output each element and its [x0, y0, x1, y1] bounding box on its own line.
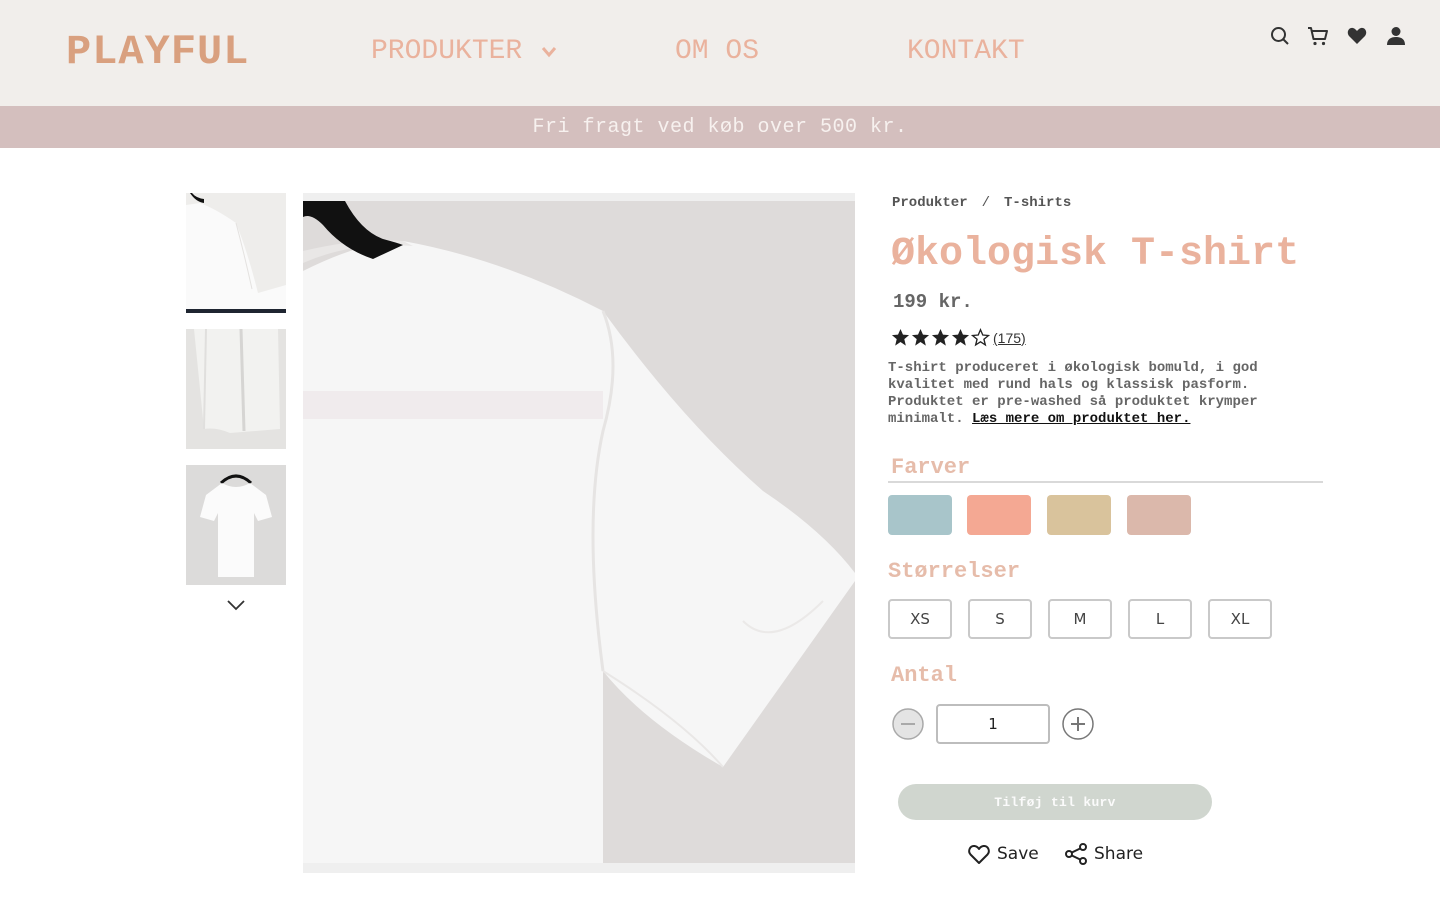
size-button-xs[interactable]: XS [888, 599, 952, 639]
plus-icon[interactable] [1062, 708, 1094, 740]
breadcrumb-produkter[interactable]: Produkter [892, 195, 968, 211]
main-product-image [303, 193, 855, 873]
color-swatch-rose[interactable] [1127, 495, 1191, 535]
save-label: Save [997, 844, 1039, 864]
divider [888, 481, 1323, 483]
quantity-label: Antal [891, 663, 958, 688]
rating[interactable]: (175) [891, 328, 1026, 347]
color-swatch-blue[interactable] [888, 495, 952, 535]
share-icon [1065, 843, 1087, 865]
thumbnail-hem[interactable] [186, 329, 286, 449]
minus-icon[interactable] [892, 708, 924, 740]
size-button-m[interactable]: M [1048, 599, 1112, 639]
nav-item-produkter[interactable]: PRODUKTER [371, 36, 557, 67]
add-to-cart-button[interactable]: Tilføj til kurv [898, 784, 1212, 820]
color-swatch-sand[interactable] [1047, 495, 1111, 535]
cart-icon[interactable] [1306, 24, 1330, 48]
breadcrumb: Produkter / T-shirts [892, 195, 1071, 211]
size-button-xl[interactable]: XL [1208, 599, 1272, 639]
star-filled-icon [891, 328, 910, 346]
product-description: T-shirt produceret i økologisk bomuld, i… [888, 360, 1278, 428]
tshirt-hem-image [186, 329, 286, 449]
star-filled-icon [911, 328, 930, 346]
site-header: PLAYFUL PRODUKTER OM OS KONTAKT [0, 0, 1440, 106]
main-photo [303, 201, 855, 863]
size-button-l[interactable]: L [1128, 599, 1192, 639]
review-count[interactable]: (175) [993, 330, 1026, 346]
heart-icon[interactable] [1345, 24, 1369, 48]
star-empty-icon [971, 328, 990, 347]
sizes-label: Størrelser [888, 559, 1021, 584]
tshirt-hanger-image [186, 465, 286, 585]
thumbnail-shoulder[interactable] [186, 193, 286, 313]
thumbnail-hanger[interactable] [186, 465, 286, 585]
size-button-s[interactable]: S [968, 599, 1032, 639]
read-more-link[interactable]: Læs mere om produktet her. [972, 411, 1190, 427]
user-icon[interactable] [1384, 24, 1408, 48]
colors-label: Farver [891, 455, 971, 480]
nav-item-om-os[interactable]: OM OS [675, 36, 759, 67]
chevron-down-icon[interactable] [224, 596, 248, 614]
color-swatch-coral[interactable] [967, 495, 1031, 535]
shipping-banner: Fri fragt ved køb over 500 kr. [0, 106, 1440, 148]
nav-label-produkter: PRODUKTER [371, 36, 523, 67]
tshirt-shoulder-image [186, 193, 286, 313]
breadcrumb-separator: / [981, 195, 991, 211]
star-filled-icon [931, 328, 950, 346]
heart-outline-icon [968, 844, 990, 864]
search-icon[interactable] [1268, 24, 1292, 48]
banner-text: Fri fragt ved køb over 500 kr. [532, 115, 908, 139]
logo[interactable]: PLAYFUL [66, 28, 249, 76]
save-button[interactable]: Save [967, 842, 1039, 866]
product-price: 199 kr. [893, 291, 973, 313]
nav-item-kontakt[interactable]: KONTAKT [907, 36, 1025, 67]
chevron-down-icon [541, 46, 557, 57]
share-label: Share [1094, 844, 1144, 864]
quantity-input[interactable]: 1 [936, 704, 1050, 744]
tshirt-closeup-image [303, 201, 855, 863]
breadcrumb-tshirts[interactable]: T-shirts [1004, 195, 1071, 211]
share-button[interactable]: Share [1064, 842, 1143, 866]
product-title: Økologisk T-shirt [891, 232, 1300, 277]
star-filled-icon [951, 328, 970, 346]
